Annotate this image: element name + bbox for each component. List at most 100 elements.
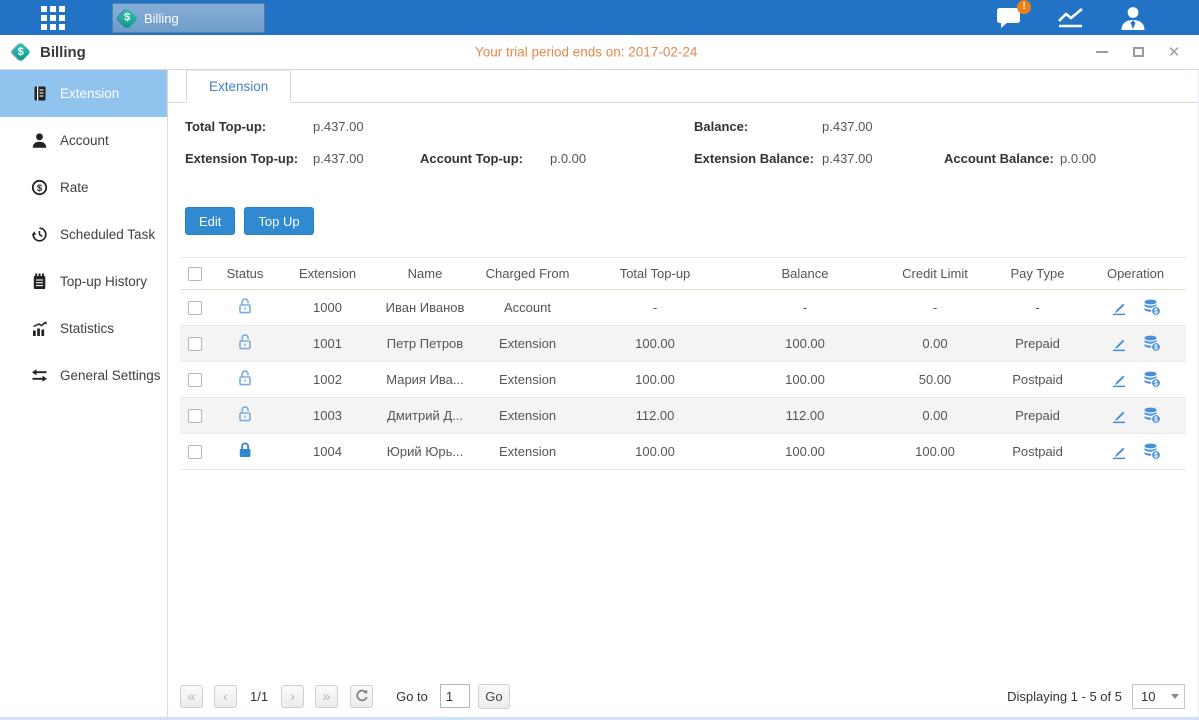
cell-balance: 100.00 xyxy=(730,326,880,362)
status-lock-icon xyxy=(237,405,253,423)
chevron-down-icon xyxy=(1171,694,1179,699)
cell-pay-type: Prepaid xyxy=(990,326,1085,362)
cell-name: Мария Ива... xyxy=(375,362,475,398)
svg-text:$: $ xyxy=(1154,417,1158,424)
chart-icon[interactable] xyxy=(1056,6,1086,30)
topup-icon[interactable]: $ xyxy=(1143,407,1161,424)
sidebar-item-label: Top-up History xyxy=(60,274,147,289)
table-row: 1002 Мария Ива... Extension 100.00 100.0… xyxy=(180,362,1186,398)
edit-icon[interactable] xyxy=(1111,335,1127,352)
titlebar: $ Billing Your trial period ends on: 201… xyxy=(0,35,1199,70)
transfer-arrows-icon xyxy=(30,367,48,384)
billing-diamond-icon: $ xyxy=(11,42,31,62)
topbar-tab-label: Billing xyxy=(144,11,179,26)
sidebar-item-account[interactable]: Account xyxy=(0,117,167,164)
app-grid-icon[interactable] xyxy=(38,3,68,33)
select-all-checkbox[interactable] xyxy=(188,267,202,281)
page-indicator: 1/1 xyxy=(250,689,268,704)
row-checkbox[interactable] xyxy=(188,409,202,423)
table-row: 1001 Петр Петров Extension 100.00 100.00… xyxy=(180,326,1186,362)
topup-icon[interactable]: $ xyxy=(1143,443,1161,460)
col-header-operation: Operation xyxy=(1085,258,1186,290)
cell-name: Дмитрий Д... xyxy=(375,398,475,434)
extensions-table: Status Extension Name Charged From Total… xyxy=(180,257,1186,470)
goto-page-input[interactable] xyxy=(440,684,470,708)
edit-icon[interactable] xyxy=(1111,443,1127,460)
status-lock-icon xyxy=(237,333,253,351)
cell-pay-type: Postpaid xyxy=(990,434,1085,470)
notepad-icon xyxy=(30,273,48,290)
row-checkbox[interactable] xyxy=(188,373,202,387)
sidebar-item-rate[interactable]: $ Rate xyxy=(0,164,167,211)
extension-topup-value: p.437.00 xyxy=(313,151,420,166)
topup-icon[interactable]: $ xyxy=(1143,299,1161,316)
cell-charged-from: Extension xyxy=(475,434,580,470)
balance-value: p.437.00 xyxy=(822,119,873,134)
cell-charged-from: Extension xyxy=(475,398,580,434)
page-size-select[interactable]: 10 xyxy=(1132,684,1185,709)
refresh-button[interactable] xyxy=(350,685,373,708)
cell-balance: 100.00 xyxy=(730,434,880,470)
edit-icon[interactable] xyxy=(1111,299,1127,316)
col-header-total-topup: Total Top-up xyxy=(580,258,730,290)
topbar: $ Billing ! xyxy=(0,0,1199,35)
cell-total-topup: 112.00 xyxy=(580,398,730,434)
svg-text:$: $ xyxy=(1154,453,1158,460)
chat-icon[interactable]: ! xyxy=(996,6,1023,30)
sidebar-item-statistics[interactable]: Statistics xyxy=(0,305,167,352)
close-icon[interactable]: ✕ xyxy=(1167,45,1181,59)
user-icon[interactable] xyxy=(1119,5,1147,31)
topup-icon[interactable]: $ xyxy=(1143,335,1161,352)
svg-text:$: $ xyxy=(1154,309,1158,316)
history-clock-icon xyxy=(30,226,48,243)
goto-label: Go to xyxy=(396,689,428,704)
col-header-pay-type: Pay Type xyxy=(990,258,1085,290)
person-icon xyxy=(30,132,48,149)
prev-page-button[interactable]: ‹ xyxy=(214,685,237,708)
topup-icon[interactable]: $ xyxy=(1143,371,1161,388)
cell-total-topup: 100.00 xyxy=(580,362,730,398)
minimize-icon[interactable] xyxy=(1095,45,1109,59)
billing-diamond-icon: $ xyxy=(117,7,138,28)
cell-credit-limit: - xyxy=(880,290,990,326)
table-row: 1003 Дмитрий Д... Extension 112.00 112.0… xyxy=(180,398,1186,434)
cell-name: Петр Петров xyxy=(375,326,475,362)
cell-credit-limit: 50.00 xyxy=(880,362,990,398)
row-checkbox[interactable] xyxy=(188,301,202,315)
topbar-tab-billing[interactable]: $ Billing xyxy=(112,3,265,33)
edit-icon[interactable] xyxy=(1111,407,1127,424)
cell-extension: 1000 xyxy=(280,290,375,326)
maximize-icon[interactable] xyxy=(1131,45,1145,59)
last-page-button[interactable]: » xyxy=(315,685,338,708)
edit-button[interactable]: Edit xyxy=(185,207,235,235)
sidebar-item-extension[interactable]: Extension xyxy=(0,70,167,117)
top-up-button[interactable]: Top Up xyxy=(244,207,313,235)
displaying-text: Displaying 1 - 5 of 5 xyxy=(1007,689,1122,704)
extension-balance-value: p.437.00 xyxy=(822,151,944,166)
cell-extension: 1004 xyxy=(280,434,375,470)
col-header-extension: Extension xyxy=(280,258,375,290)
sidebar-item-general-settings[interactable]: General Settings xyxy=(0,352,167,399)
first-page-button[interactable]: « xyxy=(180,685,203,708)
tab-extension[interactable]: Extension xyxy=(186,70,291,103)
go-button[interactable]: Go xyxy=(478,684,510,709)
account-topup-value: p.0.00 xyxy=(550,151,586,166)
account-topup-label: Account Top-up: xyxy=(420,151,550,166)
cell-credit-limit: 100.00 xyxy=(880,434,990,470)
row-checkbox[interactable] xyxy=(188,337,202,351)
cell-balance: 112.00 xyxy=(730,398,880,434)
col-header-name: Name xyxy=(375,258,475,290)
next-page-button[interactable]: › xyxy=(281,685,304,708)
pagination-bar: « ‹ 1/1 › » Go to Go Displaying 1 - 5 of… xyxy=(180,681,1185,711)
row-checkbox[interactable] xyxy=(188,445,202,459)
sidebar-item-scheduled-task[interactable]: Scheduled Task xyxy=(0,211,167,258)
account-balance-value: p.0.00 xyxy=(1060,151,1096,166)
cell-credit-limit: 0.00 xyxy=(880,326,990,362)
edit-icon[interactable] xyxy=(1111,371,1127,388)
cell-charged-from: Extension xyxy=(475,326,580,362)
status-lock-icon xyxy=(237,297,253,315)
col-header-credit-limit: Credit Limit xyxy=(880,258,990,290)
billing-summary: Total Top-up: p.437.00 Balance: p.437.00… xyxy=(185,119,1185,183)
cell-pay-type: - xyxy=(990,290,1085,326)
sidebar-item-topup-history[interactable]: Top-up History xyxy=(0,258,167,305)
